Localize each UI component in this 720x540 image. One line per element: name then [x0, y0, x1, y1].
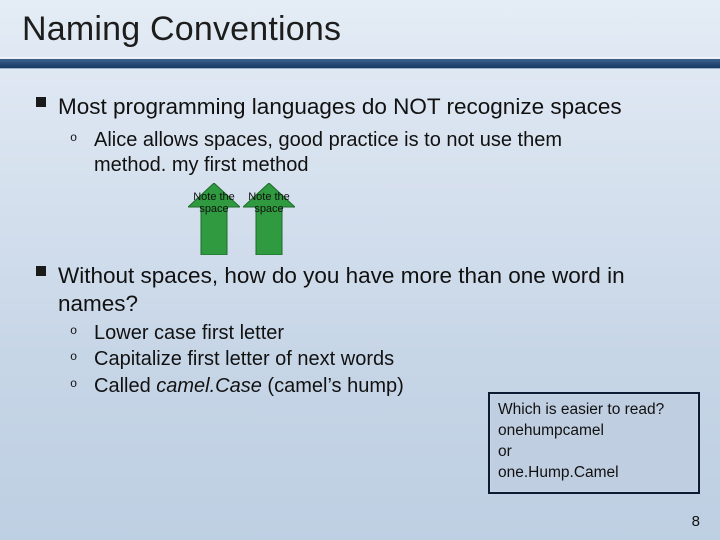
arrow-note-1: Note the space — [186, 183, 242, 255]
callout-line: Which is easier to read? — [498, 400, 690, 421]
section-2: Without spaces, how do you have more tha… — [36, 262, 692, 398]
arrow-label: Note the space — [241, 191, 297, 215]
bullet-text-em: camel.Case — [156, 375, 262, 397]
arrow-annotations: Note the space Note the space — [186, 183, 692, 259]
arrow-label: Note the space — [186, 191, 242, 215]
callout-line: one.Hump.Camel — [498, 463, 690, 484]
sub-bullet-list: Lower case first letter Capitalize first… — [36, 321, 692, 398]
bullet-text-line1: Alice allows spaces, good practice is to… — [94, 129, 562, 151]
slide: Naming Conventions Most programming lang… — [0, 0, 720, 540]
arrow-note-2: Note the space — [241, 183, 297, 255]
bullet-level2: Capitalize first letter of next words — [70, 347, 692, 371]
callout-line: or — [498, 442, 690, 463]
bullet-level1: Without spaces, how do you have more tha… — [36, 262, 692, 317]
bullet-text-prefix: Called — [94, 375, 156, 397]
bullet-level2: Lower case first letter — [70, 321, 692, 345]
bullet-text-suffix: (camel’s hump) — [262, 375, 404, 397]
bullet-text-line2: method. my first method — [94, 154, 309, 176]
bullet-level2: Alice allows spaces, good practice is to… — [70, 128, 692, 177]
section-1: Most programming languages do NOT recogn… — [36, 93, 692, 259]
page-number: 8 — [692, 513, 700, 530]
callout-line: onehumpcamel — [498, 421, 690, 442]
bullet-level1: Most programming languages do NOT recogn… — [36, 93, 692, 120]
callout-box: Which is easier to read? onehumpcamel or… — [488, 392, 700, 494]
title-divider — [0, 57, 720, 71]
slide-body: Most programming languages do NOT recogn… — [0, 71, 720, 398]
slide-title: Naming Conventions — [0, 0, 720, 55]
